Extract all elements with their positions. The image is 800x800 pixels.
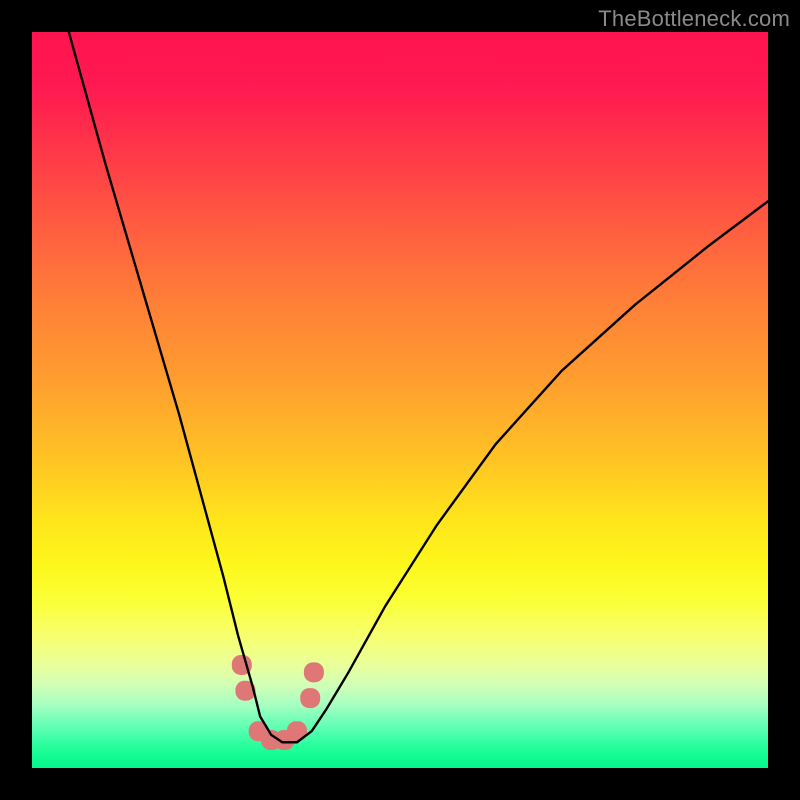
watermark-text: TheBottleneck.com	[598, 6, 790, 32]
highlight-marker	[304, 662, 324, 682]
bottleneck-curve	[69, 32, 768, 742]
plot-area	[32, 32, 768, 768]
curve-layer	[32, 32, 768, 768]
chart-frame: TheBottleneck.com	[0, 0, 800, 800]
highlight-marker	[300, 688, 320, 708]
highlight-markers	[232, 655, 324, 750]
